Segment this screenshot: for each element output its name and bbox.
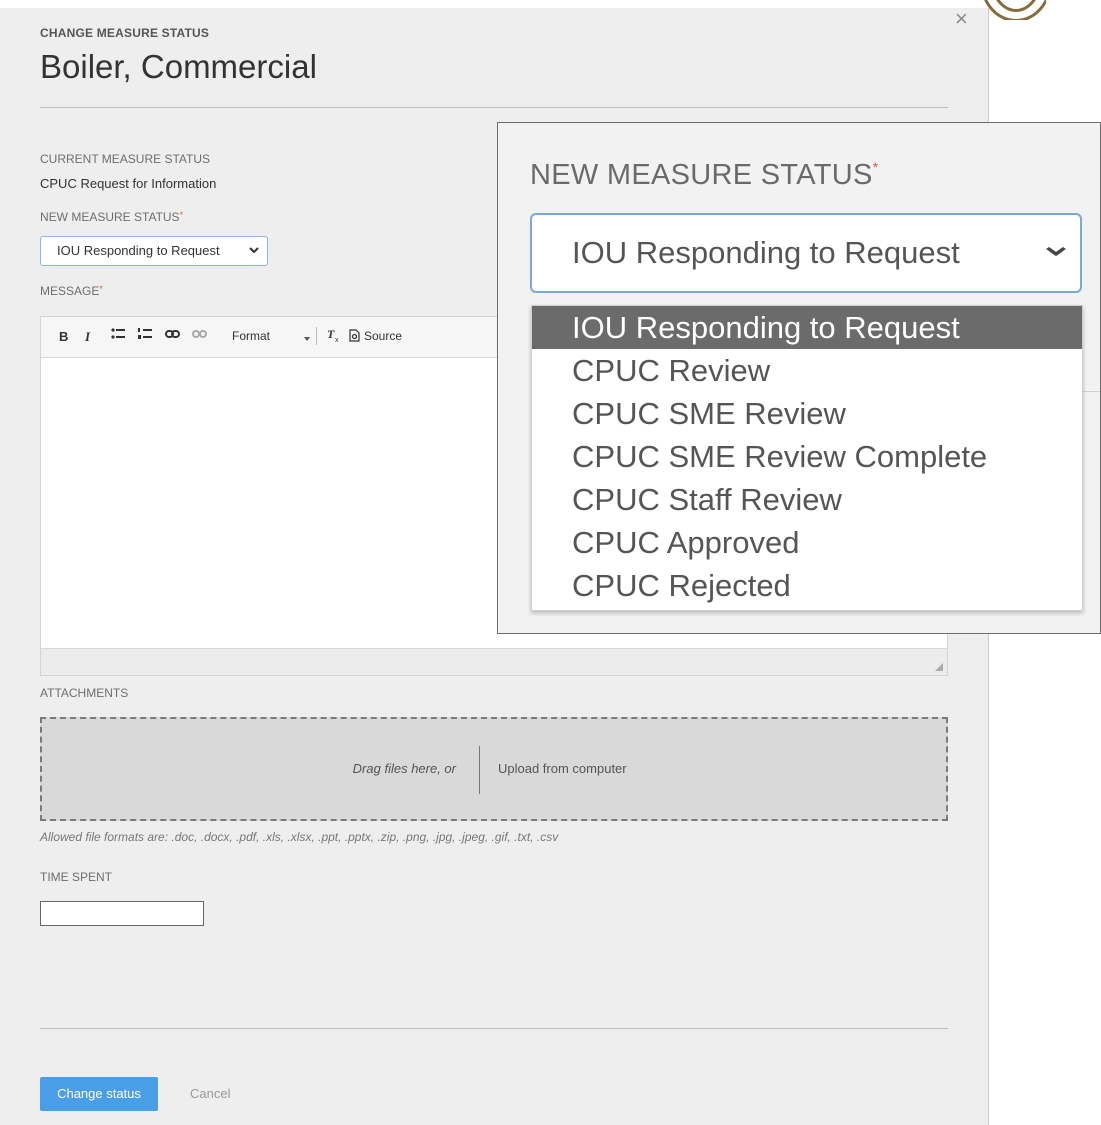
status-option[interactable]: CPUC SME Review Complete: [532, 435, 1082, 478]
link-icon[interactable]: [165, 328, 180, 343]
divider-bottom: [40, 1028, 948, 1029]
status-option[interactable]: IOU Responding to Request: [532, 306, 1082, 349]
format-dropdown[interactable]: Format: [232, 329, 270, 343]
remove-format-icon[interactable]: Tx: [326, 327, 342, 346]
file-drop-zone[interactable]: Drag files here, or Upload from computer: [40, 717, 948, 821]
required-marker: *: [179, 210, 184, 220]
zoom-new-status-label: NEW MEASURE STATUS*: [530, 159, 879, 191]
status-option[interactable]: CPUC Approved: [532, 521, 1082, 564]
zoom-new-status-select[interactable]: IOU Responding to Request: [530, 213, 1082, 293]
zoom-callout: NEW MEASURE STATUS* IOU Responding to Re…: [497, 122, 1101, 634]
time-spent-label: TIME SPENT: [40, 870, 113, 884]
modal-kicker: CHANGE MEASURE STATUS: [40, 26, 210, 40]
page-title: Boiler, Commercial: [40, 48, 317, 85]
new-status-label: NEW MEASURE STATUS*: [40, 210, 184, 224]
attachments-label: ATTACHMENTS: [40, 686, 129, 700]
toolbar-separator: [316, 327, 317, 345]
current-status-label: CURRENT MEASURE STATUS: [40, 152, 211, 166]
svg-text:T: T: [327, 327, 335, 341]
zoom-select-value: IOU Responding to Request: [572, 235, 960, 270]
unlink-icon[interactable]: [192, 328, 207, 343]
message-label: MESSAGE*: [40, 284, 103, 298]
source-icon[interactable]: [348, 329, 360, 345]
status-option[interactable]: CPUC Review: [532, 349, 1082, 392]
allowed-formats-note: Allowed file formats are: .doc, .docx, .…: [40, 830, 559, 844]
status-option[interactable]: CPUC Staff Review: [532, 478, 1082, 521]
required-marker: *: [99, 284, 103, 294]
close-icon[interactable]: ×: [955, 8, 968, 30]
required-marker: *: [872, 159, 879, 175]
upload-from-computer-link[interactable]: Upload from computer: [498, 761, 627, 776]
source-button[interactable]: Source: [364, 329, 402, 343]
svg-text:x: x: [335, 337, 339, 343]
status-option[interactable]: CPUC SME Review: [532, 392, 1082, 435]
resize-handle-icon[interactable]: [935, 663, 943, 671]
drop-zone-text: Drag files here, or: [352, 761, 456, 776]
status-options-list: IOU Responding to Request CPUC Review CP…: [531, 305, 1083, 611]
new-status-select-value: IOU Responding to Request: [57, 243, 220, 258]
format-dropdown-caret-icon[interactable]: [303, 330, 311, 345]
new-status-select[interactable]: IOU Responding to Request: [40, 236, 268, 266]
status-option[interactable]: CPUC Rejected: [532, 564, 1082, 607]
numbered-list-icon[interactable]: [138, 327, 152, 344]
chevron-down-icon: [1045, 237, 1067, 263]
current-status-value: CPUC Request for Information: [40, 176, 217, 191]
italic-button[interactable]: I: [85, 329, 90, 345]
chevron-down-icon: [249, 243, 259, 257]
cancel-button[interactable]: Cancel: [190, 1086, 230, 1101]
time-spent-input[interactable]: [40, 901, 204, 926]
bulleted-list-icon[interactable]: [111, 327, 125, 344]
bold-button[interactable]: B: [59, 329, 68, 344]
editor-statusbar: [41, 648, 947, 675]
drop-zone-divider: [479, 746, 480, 794]
divider-top: [40, 107, 948, 108]
change-status-button[interactable]: Change status: [40, 1077, 158, 1111]
